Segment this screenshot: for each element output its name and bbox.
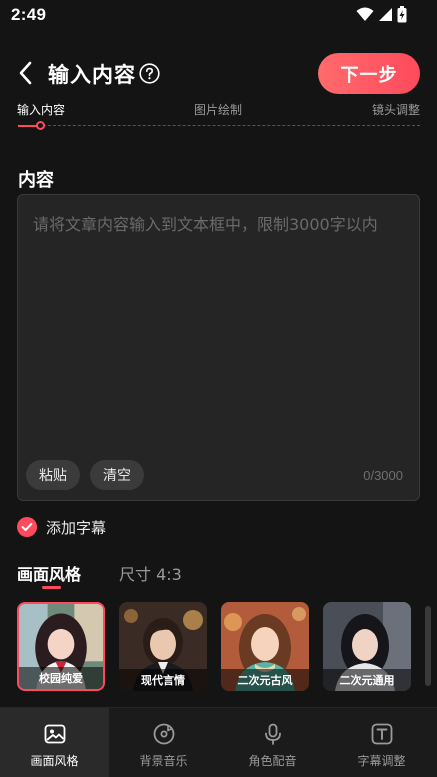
status-time: 2:49 (11, 5, 47, 24)
nav-label: 角色配音 (248, 754, 297, 768)
microphone-icon (265, 723, 281, 745)
battery-icon (397, 6, 407, 23)
nav-label: 背景音乐 (139, 754, 188, 768)
nav-background-music[interactable]: 背景音乐 (109, 708, 218, 777)
nav-label: 字幕调整 (357, 754, 406, 768)
status-bar: 2:49 (0, 0, 437, 30)
style-card-anime-ancient[interactable]: 二次元古风 (221, 602, 309, 691)
tab-size[interactable]: 尺寸 4:3 (119, 561, 182, 585)
bottom-nav: 画面风格 背景音乐 角色配音 字幕调整 (0, 707, 437, 777)
content-box: 粘贴 清空 0/3000 (17, 194, 420, 501)
step-track (18, 125, 420, 126)
style-card-label: 校园纯爱 (19, 667, 103, 689)
nav-subtitle-adjust[interactable]: 字幕调整 (327, 708, 436, 777)
add-subtitle-toggle[interactable]: 添加字幕 (17, 516, 106, 538)
style-card-anime-general[interactable]: 二次元通用 (323, 602, 411, 691)
tab-picture-style[interactable]: 画面风格 (17, 561, 81, 585)
next-step-button[interactable]: 下一步 (318, 53, 420, 94)
paste-button[interactable]: 粘贴 (26, 460, 80, 490)
step-adjust-shots: 镜头调整 (372, 103, 421, 117)
nav-picture-style[interactable]: 画面风格 (0, 708, 109, 777)
next-card-peek (425, 606, 431, 686)
content-textarea[interactable] (33, 211, 405, 431)
wifi-icon (356, 7, 374, 21)
content-section-title: 内容 (18, 170, 54, 191)
step-current-dot (36, 121, 45, 130)
style-card-label: 二次元通用 (323, 669, 411, 691)
style-card-modern-romance[interactable]: 现代言情 (119, 602, 207, 691)
style-card-label: 二次元古风 (221, 669, 309, 691)
clear-button[interactable]: 清空 (90, 460, 144, 490)
music-disc-icon (153, 723, 175, 745)
step-input-content: 输入内容 (17, 103, 66, 117)
back-icon[interactable] (14, 60, 40, 86)
page-title: 输入内容 (48, 63, 136, 87)
step-indicator: 输入内容 图片绘制 镜头调整 (0, 100, 437, 132)
add-subtitle-label: 添加字幕 (46, 518, 107, 537)
style-card-campus-romance[interactable]: 校园纯爱 (17, 602, 105, 691)
nav-label: 画面风格 (30, 754, 79, 768)
style-card-label: 现代言情 (119, 669, 207, 691)
tab-active-indicator (42, 586, 61, 589)
nav-character-voice[interactable]: 角色配音 (218, 708, 327, 777)
help-icon[interactable] (139, 63, 160, 84)
char-count: 0/3000 (363, 468, 403, 483)
step-draw-images: 图片绘制 (194, 103, 243, 117)
header: 输入内容 下一步 (0, 50, 437, 98)
text-box-icon (371, 723, 393, 745)
status-icons (356, 6, 407, 23)
signal-icon (379, 8, 392, 21)
image-icon (44, 724, 66, 744)
check-icon[interactable] (17, 517, 37, 537)
